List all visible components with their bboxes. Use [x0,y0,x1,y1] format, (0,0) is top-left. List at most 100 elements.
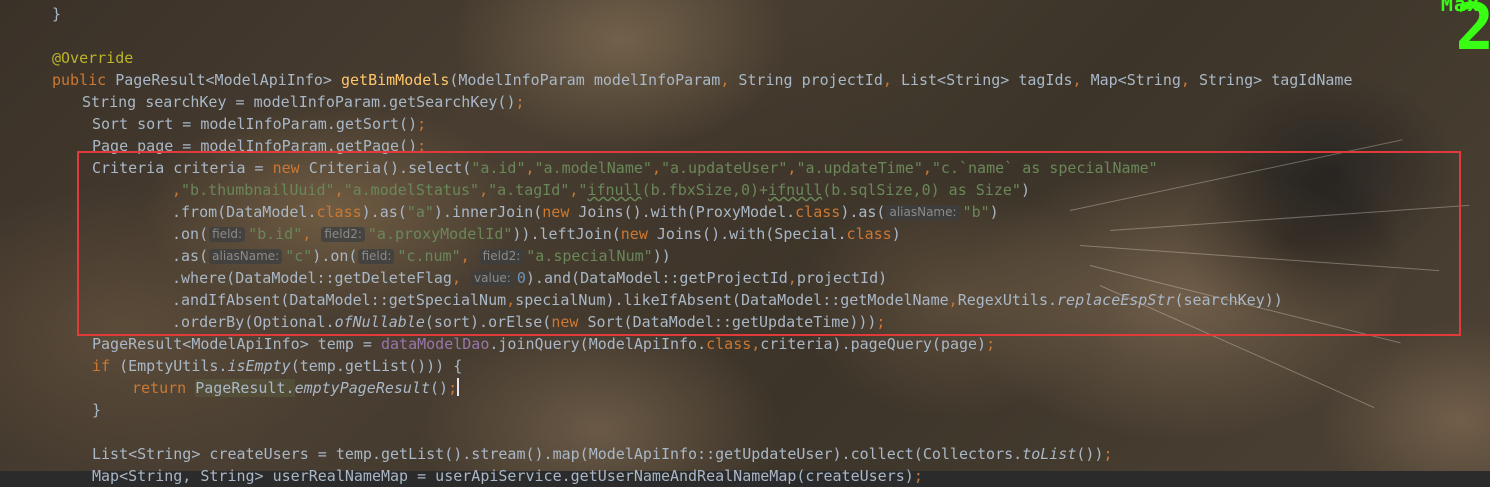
code-token: .andIfAbsent(DataModel::getSpecialNum [172,291,507,309]
code-line[interactable]: .where(DataModel::getDeleteFlag, value: 0… [172,267,887,289]
code-token: (b.sqlSize,0) as Size" [822,181,1021,199]
code-line[interactable]: public PageResult<ModelApiInfo> getBimMo… [52,69,1353,91]
code-token: ()) [1076,445,1104,463]
code-token: , [479,181,489,199]
code-token: .as( [172,247,209,265]
code-token: Joins().with(Special. [656,225,847,243]
code-token: , [506,291,516,309]
code-token: ).as( [361,203,407,221]
code-token: List<String> createUsers = temp.getList(… [92,445,1023,463]
code-line[interactable]: ,"b.thumbnailUuid","a.modelStatus","a.ta… [172,179,1030,201]
parameter-hint: value: [471,271,514,286]
code-token: , [720,71,739,89]
code-token: , [302,225,321,243]
code-token: getBimModels [341,71,450,89]
code-token: "a.modelStatus" [343,181,480,199]
code-token: ).innerJoin( [433,203,543,221]
code-token: String> tagIdName [1198,71,1353,89]
code-token: , [651,159,661,177]
code-token: emptyPageResult [294,379,431,397]
code-token: ; [1103,445,1113,463]
code-token: return [132,379,196,397]
code-token: ifnull [587,181,642,199]
text-caret [457,378,460,396]
code-line[interactable]: return PageResult.emptyPageResult(); [132,377,460,399]
code-line[interactable]: } [92,399,101,421]
code-token: "a.tagId" [488,181,570,199]
code-line[interactable]: .orderBy(Optional.ofNullable(sort).orEls… [172,311,885,333]
code-token: } [52,5,62,23]
code-token: ifnull [768,181,823,199]
code-token: () [430,379,449,397]
code-token: toList [1022,445,1077,463]
code-token: , [525,159,535,177]
code-token: , [882,71,901,89]
parameter-hint: aliasName: [886,205,960,220]
code-token: criteria).pageQuery(page) [760,335,987,353]
code-token: ).on( [312,247,358,265]
code-line[interactable]: Sort sort = modelInfoParam.getSort(); [92,113,426,135]
code-line[interactable]: .as(aliasName: "c").on(field: "c.num", fie… [172,245,671,267]
code-token: ; [876,313,886,331]
code-token: ).and(DataModel::getProjectId [525,269,788,287]
code-line[interactable]: } [52,3,61,25]
code-token: ; [417,115,427,133]
code-token: dataModelDao [380,335,490,353]
code-token: Sort(DataModel::getUpdateTime))) [587,313,877,331]
code-line[interactable]: .on(field: "b.id", field2: "a.proxyModelId… [172,223,901,245]
code-token: "a.proxyModelId" [367,225,513,243]
code-token: String searchKey = modelInfoParam.getSea… [82,93,516,111]
code-token: PageResult<ModelApiInfo> temp = [92,335,381,353]
code-token: Page [92,137,138,155]
code-token: "a.modelName" [534,159,652,177]
code-token: (ModelInfoParam modelInfoParam [449,71,721,89]
code-line[interactable]: Map<String, String> userRealNameMap = us… [92,465,923,487]
code-token: "c.`name` as specialName" [931,159,1158,177]
code-token: , [172,181,182,199]
code-line[interactable]: if (EmptyUtils.isEmpty(temp.getList())) … [92,355,462,377]
code-token: , [948,291,958,309]
code-token: "b.thumbnailUuid" [181,181,335,199]
code-token: .orderBy(Optional. [172,313,335,331]
code-token: .on( [172,225,209,243]
parameter-hint: field2: [479,249,524,264]
code-token: ) [891,225,901,243]
code-token: Criteria criteria = [92,159,273,177]
code-token: List<String> tagIds [900,71,1073,89]
code-token: replaceEspStr [1057,291,1175,309]
code-token: ; [986,335,996,353]
code-token: (EmptyUtils. [119,357,228,375]
parameter-hint: field2: [321,227,365,242]
code-token: Criteria().select( [308,159,472,177]
code-token: (b.fbxSize,0)+ [641,181,769,199]
code-line[interactable]: @Override [52,47,133,69]
code-line[interactable]: Page page = modelInfoParam.getPage(); [92,135,426,157]
code-token: ; [417,137,427,155]
code-token: (searchKey)) [1174,291,1283,309]
code-token: class [846,225,892,243]
parameter-hint: field: [209,227,246,242]
code-token: , [922,159,932,177]
code-token: ).as( [840,203,886,221]
code-token: RegexUtils. [957,291,1058,309]
code-line[interactable]: PageResult<ModelApiInfo> temp = dataMode… [92,333,995,355]
code-token: PageResult. [195,379,295,397]
code-line[interactable]: .from(DataModel.class).as("a").innerJoin… [172,201,999,223]
code-line[interactable]: String searchKey = modelInfoParam.getSea… [82,91,525,113]
code-token: "c" [285,247,313,265]
code-token: Sort sort = modelInfoParam.getSort() [92,115,418,133]
code-token: ; [913,467,923,485]
code-token: Map<String [1090,71,1181,89]
code-token: "b" [962,203,990,221]
code-token: String projectId [738,71,883,89]
code-token: "a.id" [471,159,526,177]
code-token: ) [989,203,999,221]
code-line[interactable]: .andIfAbsent(DataModel::getSpecialNum,sp… [172,289,1283,311]
code-token: 0 [516,269,526,287]
code-line[interactable]: List<String> createUsers = temp.getList(… [92,443,1112,465]
code-token: )).leftJoin( [512,225,621,243]
code-line[interactable]: Criteria criteria = new Criteria().selec… [92,157,1158,179]
code-token: , [751,335,761,353]
code-token: new [620,225,657,243]
code-token: .joinQuery(ModelApiInfo. [489,335,707,353]
